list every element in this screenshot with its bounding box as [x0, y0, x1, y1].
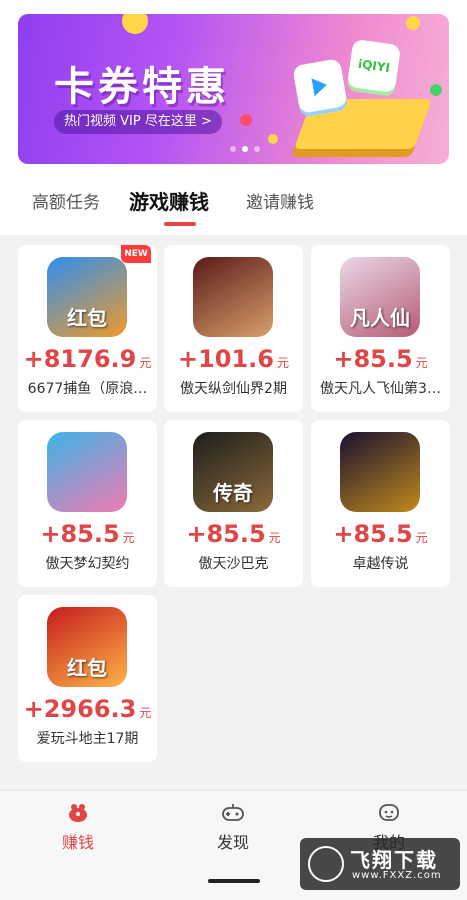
reward-amount: +85.5 元: [164, 520, 303, 548]
active-tab-indicator: [164, 222, 196, 226]
reward-unit: 元: [122, 531, 135, 545]
watermark-url: www.FXXZ.com: [352, 870, 442, 881]
reward-amount: +85.5 元: [311, 345, 450, 373]
landlord-card-game-icon: 红包: [47, 607, 127, 687]
game-card[interactable]: +85.5 元卓越传说: [311, 420, 450, 587]
reward-value: +85.5: [333, 345, 413, 373]
reward-unit: 元: [415, 356, 428, 370]
watermark-title: 飞翔下载: [350, 848, 438, 872]
promo-banner[interactable]: 卡券特惠 热门视频 VIP 尽在这里 > iQIYI: [18, 14, 449, 164]
banner-subtitle[interactable]: 热门视频 VIP 尽在这里 >: [54, 110, 222, 134]
deco-circle: [406, 16, 420, 30]
game-name: 爱玩斗地主17期: [36, 731, 139, 747]
game-card[interactable]: +85.5 元傲天梦幻契约: [18, 420, 157, 587]
reward-unit: 元: [139, 706, 152, 720]
reward-amount: +8176.9 元: [18, 345, 157, 373]
game-card[interactable]: 红包 NEW +8176.9 元 6677捕鱼（原浪…: [18, 245, 157, 412]
reward-value: +8176.9: [23, 345, 137, 373]
banner-title: 卡券特惠: [54, 64, 230, 110]
game-name: 傲天沙巴克: [198, 556, 269, 572]
fish-game-icon: 红包: [47, 257, 127, 337]
icon-art-text: 红包: [67, 306, 107, 330]
icon-art-text: 传奇: [213, 481, 253, 505]
reward-amount: +2966.3 元: [18, 695, 157, 723]
game-card[interactable]: 红包 +2966.3 元爱玩斗地主17期: [18, 595, 157, 762]
icon-art-text: 红包: [67, 656, 107, 680]
video-play-icon: [292, 58, 348, 114]
game-name: 傲天纵剑仙界2期: [180, 381, 287, 397]
nav-earn-label: 赚钱: [61, 833, 94, 852]
reward-amount: +101.6 元: [164, 345, 303, 373]
reward-unit: 元: [139, 356, 152, 370]
reward-unit: 元: [415, 531, 428, 545]
anime-girl-icon: [47, 432, 127, 512]
reward-unit: 元: [277, 356, 290, 370]
category-tabs: 高额任务 游戏赚钱 邀请赚钱: [0, 178, 467, 230]
icon-art-text: 凡人仙: [350, 306, 410, 330]
reward-amount: +85.5 元: [311, 520, 450, 548]
piggy-bank-icon: [66, 801, 90, 825]
legend-calligraphy-icon: 传奇: [193, 432, 273, 512]
reward-unit: 元: [268, 531, 281, 545]
nav-discover[interactable]: 发现: [193, 801, 273, 853]
xianxia-heroine-icon: [193, 257, 273, 337]
site-watermark: 飞翔下载 www.FXXZ.com: [300, 838, 460, 890]
reward-value: +85.5: [333, 520, 413, 548]
pagination-dot[interactable]: [230, 146, 236, 152]
game-card[interactable]: +101.6 元傲天纵剑仙界2期: [164, 245, 303, 412]
tab-invite-earnings[interactable]: 邀请赚钱: [246, 188, 314, 213]
deco-circle: [240, 114, 252, 126]
game-card[interactable]: 传奇 +85.5 元傲天沙巴克: [164, 420, 303, 587]
watermark-logo-icon: [308, 846, 344, 882]
pagination-dot[interactable]: [254, 146, 260, 152]
game-name: 6677捕鱼（原浪…: [27, 381, 148, 397]
nav-earn[interactable]: 赚钱: [38, 801, 118, 853]
profile-face-icon: [377, 801, 401, 825]
deco-circle: [122, 14, 148, 34]
new-badge: NEW: [121, 245, 151, 263]
deco-circle: [430, 84, 442, 96]
immortal-heroine-icon: 凡人仙: [340, 257, 420, 337]
deco-circle: [268, 134, 278, 144]
tab-high-reward-tasks[interactable]: 高额任务: [32, 188, 100, 213]
pagination-dot[interactable]: [242, 146, 248, 152]
reward-value: +85.5: [40, 520, 120, 548]
reward-value: +101.6: [177, 345, 274, 373]
game-card[interactable]: 凡人仙 +85.5 元傲天凡人飞仙第3…: [311, 245, 450, 412]
banner-pagination: [230, 146, 260, 152]
dark-armor-icon: [340, 432, 420, 512]
game-name: 卓越传说: [352, 556, 409, 572]
reward-amount: +85.5 元: [18, 520, 157, 548]
reward-value: +85.5: [186, 520, 266, 548]
reward-value: +2966.3: [23, 695, 137, 723]
game-name: 傲天梦幻契约: [45, 556, 130, 572]
nav-discover-label: 发现: [216, 833, 249, 852]
gamepad-icon: [221, 801, 245, 825]
tab-game-earnings[interactable]: 游戏赚钱: [129, 186, 209, 215]
iqiyi-logo-icon: iQIYI: [346, 38, 402, 94]
home-indicator[interactable]: [208, 879, 260, 883]
game-name: 傲天凡人飞仙第3…: [320, 381, 441, 397]
